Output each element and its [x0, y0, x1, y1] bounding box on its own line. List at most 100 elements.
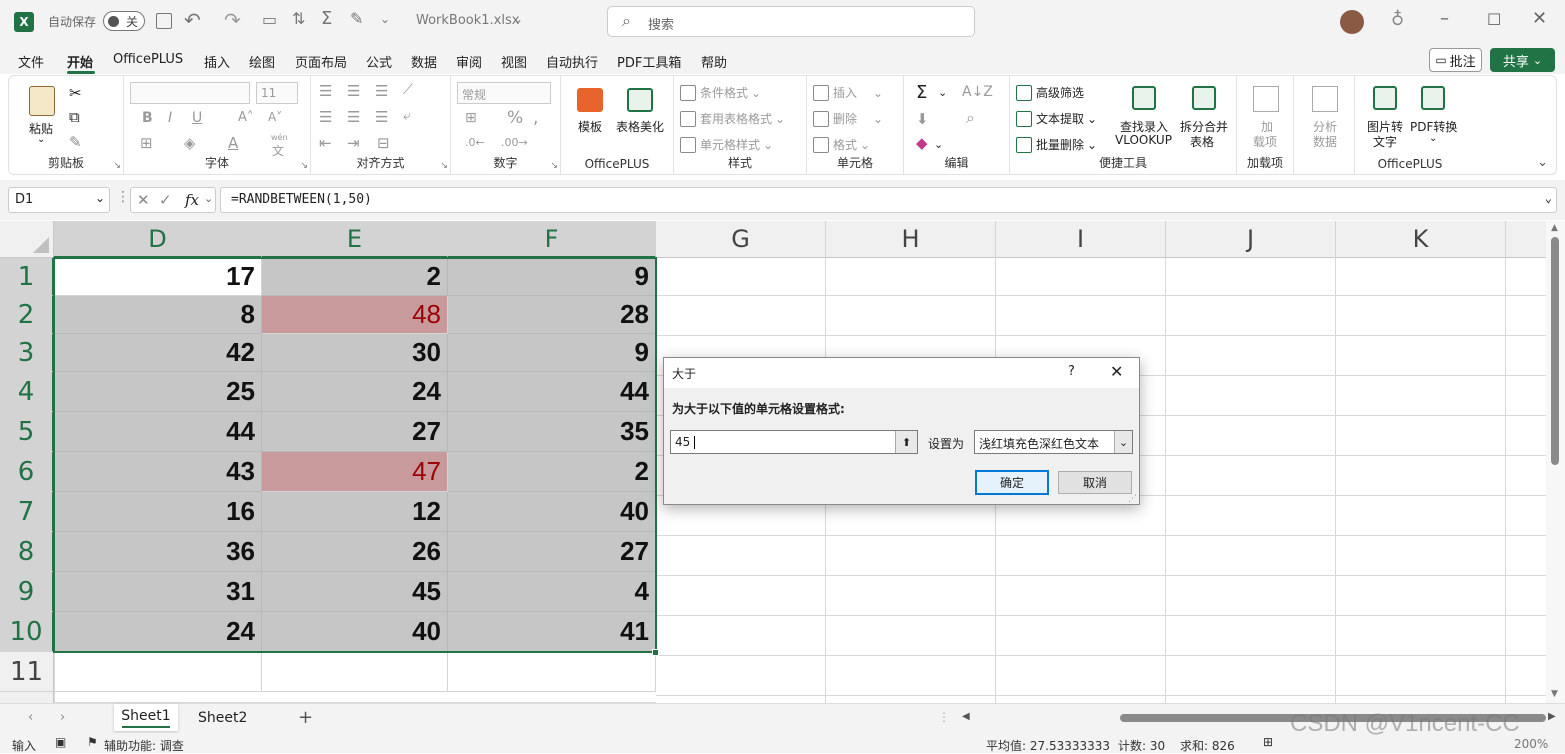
column-header-j[interactable]: J	[1166, 221, 1336, 258]
row-header-6[interactable]: 6	[0, 452, 54, 492]
image-to-text-icon[interactable]	[1373, 86, 1397, 110]
menu-formulas[interactable]: 公式	[366, 52, 392, 71]
font-size-dropdown[interactable]: 11	[256, 82, 298, 104]
cell-e5[interactable]: 27	[262, 412, 448, 452]
maximize-icon[interactable]: ☐	[1487, 10, 1501, 29]
cell-f7[interactable]: 40	[448, 492, 656, 532]
column-header-h[interactable]: H	[826, 221, 996, 258]
column-header-f[interactable]: F	[448, 221, 656, 258]
font-launcher-icon[interactable]: ↘	[300, 161, 308, 171]
menu-view[interactable]: 视图	[501, 52, 527, 71]
image-to-text-label-2[interactable]: 文字	[1373, 133, 1397, 150]
column-header-e[interactable]: E	[262, 221, 448, 258]
vlookup-label-2[interactable]: VLOOKUP	[1115, 133, 1172, 147]
cell-f3[interactable]: 9	[448, 334, 656, 372]
delete-cells-button[interactable]: 删除 ⌄	[813, 110, 883, 127]
sort-icon[interactable]: ⇅	[292, 9, 305, 28]
template-icon[interactable]	[577, 88, 603, 112]
shrink-font-icon[interactable]: A˅	[268, 110, 282, 124]
addins-icon[interactable]	[1253, 86, 1279, 112]
row-header-9[interactable]: 9	[0, 572, 54, 612]
addins-label-2[interactable]: 载项	[1253, 133, 1277, 150]
redo-icon[interactable]: ↷	[224, 8, 241, 32]
ok-button[interactable]: 确定	[975, 470, 1049, 495]
paste-icon[interactable]	[29, 86, 55, 116]
cell-e1[interactable]: 2	[262, 258, 448, 296]
scroll-up-icon[interactable]: ▲	[1551, 223, 1558, 233]
align-left-icon[interactable]: ☰	[319, 108, 332, 126]
batch-delete-button[interactable]: 批量删除 ⌄	[1016, 136, 1097, 153]
conditional-format-button[interactable]: 条件格式 ⌄	[680, 84, 761, 101]
resize-grip-icon[interactable]: ⋰	[1128, 494, 1137, 504]
threshold-input[interactable]: 45 ⬆	[670, 430, 918, 454]
comma-icon[interactable]: ,	[533, 108, 538, 128]
formula-bar-more-icon[interactable]: ⋮	[116, 189, 130, 205]
row-header-5[interactable]: 5	[0, 412, 54, 452]
cell-f8[interactable]: 27	[448, 532, 656, 572]
share-button[interactable]: 共享 ⌄	[1490, 48, 1555, 72]
cell-d10[interactable]: 24	[54, 612, 262, 652]
name-box[interactable]: D1 ⌄	[8, 187, 110, 213]
menu-draw[interactable]: 绘图	[249, 52, 275, 71]
accounting-icon[interactable]: ⊞	[465, 110, 477, 126]
cell-f9[interactable]: 4	[448, 572, 656, 612]
cell-d2[interactable]: 8	[54, 296, 262, 334]
clear-chevron-icon[interactable]: ⌄	[934, 138, 943, 151]
dialog-title-bar[interactable]: 大于 ? ✕	[664, 358, 1139, 388]
cell-f2[interactable]: 28	[448, 296, 656, 334]
empty-row-11[interactable]	[54, 652, 656, 703]
customize-qat-icon[interactable]: ⌄	[380, 12, 390, 26]
column-header-d[interactable]: D	[54, 221, 262, 258]
cell-d6[interactable]: 43	[54, 452, 262, 492]
row-header-1[interactable]: 1	[0, 258, 54, 296]
fill-handle[interactable]	[652, 649, 659, 656]
cell-e9[interactable]: 45	[262, 572, 448, 612]
table-beautify-icon[interactable]	[627, 88, 653, 112]
percent-icon[interactable]: %	[507, 108, 523, 128]
new-sheet-icon[interactable]: +	[298, 707, 313, 728]
align-center-icon[interactable]: ☰	[347, 108, 360, 126]
cell-f1[interactable]: 9	[448, 258, 656, 296]
table-beautify-label[interactable]: 表格美化	[616, 118, 664, 135]
dialog-close-icon[interactable]: ✕	[1110, 362, 1123, 381]
autosum-chevron-icon[interactable]: ⌄	[938, 86, 947, 99]
expand-formula-icon[interactable]: ⌄	[1545, 191, 1552, 205]
menu-review[interactable]: 审阅	[456, 52, 482, 71]
menu-automate[interactable]: 自动执行	[546, 52, 598, 71]
fill-color-icon[interactable]: ◈	[184, 134, 196, 152]
row-header-4[interactable]: 4	[0, 372, 54, 412]
merge-icon[interactable]: ⊟	[377, 134, 390, 152]
cell-d4[interactable]: 25	[54, 372, 262, 412]
ribbon-collapse-icon[interactable]: ⌄	[1537, 155, 1548, 170]
cell-f10[interactable]: 41	[448, 612, 656, 652]
menu-file[interactable]: 文件	[18, 52, 44, 71]
cell-f5[interactable]: 35	[448, 412, 656, 452]
cell-e4[interactable]: 24	[262, 372, 448, 412]
cell-e2[interactable]: 48	[262, 296, 448, 334]
grow-font-icon[interactable]: A˄	[238, 110, 253, 125]
vertical-scroll-thumb[interactable]	[1551, 237, 1559, 465]
insert-function-icon[interactable]: fx	[185, 191, 199, 209]
menu-page-layout[interactable]: 页面布局	[295, 52, 347, 71]
vlookup-icon[interactable]	[1132, 86, 1156, 110]
lightbulb-icon[interactable]: ♁	[1391, 9, 1404, 30]
clear-icon[interactable]: ◆	[916, 134, 928, 152]
text-extract-button[interactable]: 文本提取 ⌄	[1016, 110, 1097, 127]
sheet-prev-icon[interactable]: ‹	[28, 710, 33, 725]
dialog-help-icon[interactable]: ?	[1068, 364, 1075, 379]
empty-cell-d11[interactable]	[54, 652, 262, 692]
pdf-convert-chevron-icon[interactable]: ⌄	[1429, 133, 1437, 144]
save-icon[interactable]	[156, 13, 172, 29]
format-style-dropdown-button[interactable]: ⌄	[1114, 431, 1132, 453]
sheet-next-icon[interactable]: ›	[60, 710, 65, 725]
number-format-dropdown[interactable]: 常规	[457, 82, 551, 104]
menu-officeplus[interactable]: OfficePLUS	[113, 52, 183, 67]
column-header-g[interactable]: G	[656, 221, 826, 258]
find-select-icon[interactable]: ⌕	[966, 108, 975, 128]
menu-data[interactable]: 数据	[411, 52, 437, 71]
confirm-entry-icon[interactable]: ✓	[159, 191, 172, 209]
brush-icon[interactable]: ✎	[350, 9, 363, 28]
sort-filter-icon[interactable]: A↓Z	[962, 84, 993, 100]
open-folder-icon[interactable]: ▭	[262, 10, 277, 29]
hscroll-left-icon[interactable]: ◀	[962, 711, 970, 722]
